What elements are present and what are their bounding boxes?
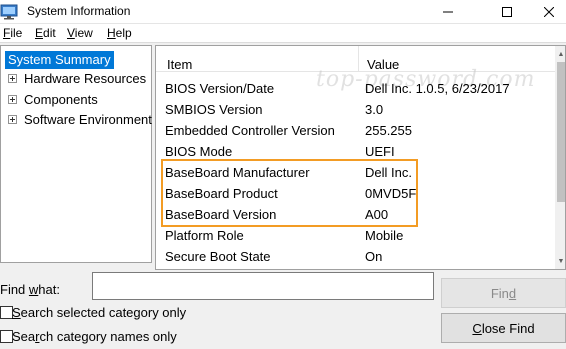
row-item: Embedded Controller Version <box>165 123 335 138</box>
system-information-app-icon <box>0 4 18 20</box>
table-row[interactable]: BaseBoard Manufacturer Dell Inc. <box>156 163 556 184</box>
row-item: BaseBoard Manufacturer <box>165 165 310 180</box>
expand-plus-icon[interactable] <box>8 74 17 83</box>
row-item: BIOS Mode <box>165 144 233 159</box>
expand-plus-icon[interactable] <box>8 115 17 124</box>
details-list[interactable]: Item Value top-password.com BIOS Version… <box>155 45 566 270</box>
row-value: 255.255 <box>365 123 412 138</box>
table-row[interactable]: BIOS Mode UEFI <box>156 142 556 163</box>
row-value: UEFI <box>365 144 395 159</box>
menu-view-rest: iew <box>74 26 93 40</box>
row-item: Secure Boot State <box>165 249 271 264</box>
row-item: Platform Role <box>165 228 244 243</box>
close-find-hotkey: C <box>472 320 482 336</box>
row-item: BIOS Version/Date <box>165 81 275 96</box>
find-label-suffix: hat: <box>38 282 60 297</box>
close-icon <box>544 7 554 17</box>
menu-file[interactable]: File <box>3 26 22 40</box>
category-tree[interactable]: System Summary Hardware Resources Compon… <box>0 45 152 263</box>
vertical-scrollbar[interactable]: ▲ ▼ <box>555 46 565 269</box>
scroll-thumb[interactable] <box>557 62 565 202</box>
table-row[interactable]: SMBIOS Version 3.0 <box>156 100 556 121</box>
checkbox-label-rest: ch category names only <box>39 329 177 344</box>
row-value: 3.0 <box>365 102 384 117</box>
tree-item-label: Hardware Resources <box>24 71 147 86</box>
menu-edit-rest: dit <box>43 26 56 40</box>
close-find-button[interactable]: Close Find <box>441 313 566 343</box>
table-row[interactable]: BaseBoard Version A00 <box>156 205 556 226</box>
scroll-down-arrow-icon[interactable]: ▼ <box>555 253 565 269</box>
checkbox-label-hotkey: S <box>12 305 21 320</box>
tree-item-label: Components <box>24 92 98 107</box>
tree-item-label: Software Environment <box>24 112 152 127</box>
menu-view-hotkey: V <box>67 26 75 40</box>
menu-help-rest: elp <box>115 26 132 40</box>
find-what-input[interactable] <box>92 272 434 300</box>
checkbox-label-prefix: Sea <box>12 329 36 344</box>
minimize-button[interactable] <box>425 0 471 24</box>
checkbox-label: Search selected category only <box>12 305 186 320</box>
menu-file-rest: ile <box>10 26 23 40</box>
find-what-label: Find what: <box>0 282 60 297</box>
menu-edit-hotkey: E <box>35 26 44 40</box>
find-button-hotkey: d <box>508 285 517 301</box>
tree-item-system-summary[interactable]: System Summary <box>5 51 114 69</box>
maximize-icon <box>502 7 512 17</box>
table-row[interactable]: Embedded Controller Version 255.255 <box>156 121 556 142</box>
menu-edit[interactable]: Edit <box>35 26 56 40</box>
checkbox-label-rest: earch selected category only <box>20 305 187 320</box>
expand-plus-icon[interactable] <box>8 95 17 104</box>
row-item: SMBIOS Version <box>165 102 263 117</box>
menu-help[interactable]: Help <box>107 26 132 40</box>
find-label-hotkey: w <box>28 282 39 297</box>
close-find-rest: lose Find <box>481 320 535 336</box>
table-row[interactable]: Platform Role Mobile <box>156 226 556 247</box>
row-item: BaseBoard Product <box>165 186 278 201</box>
row-item: BaseBoard Version <box>165 207 277 222</box>
table-row[interactable]: BaseBoard Product 0MVD5F <box>156 184 556 205</box>
close-window-button[interactable] <box>532 0 566 24</box>
scroll-up-arrow-icon[interactable]: ▲ <box>555 46 565 62</box>
title-bar: System Information <box>0 0 566 24</box>
maximize-button[interactable] <box>484 0 530 24</box>
row-value: Dell Inc. <box>365 165 412 180</box>
table-row[interactable]: Secure Boot State On <box>156 247 556 268</box>
menu-help-hotkey: H <box>107 26 116 40</box>
table-row[interactable]: BIOS Version/Date Dell Inc. 1.0.5, 6/23/… <box>156 79 556 100</box>
menu-view[interactable]: View <box>67 26 93 40</box>
row-value: On <box>365 249 383 264</box>
minimize-icon <box>443 11 453 13</box>
checkbox-label: Search category names only <box>12 329 177 344</box>
window-title: System Information <box>27 4 131 18</box>
row-value: 0MVD5F <box>365 186 417 201</box>
row-value: A00 <box>365 207 389 222</box>
find-button[interactable]: Fin d <box>441 278 566 308</box>
menu-bar: File Edit View Help <box>0 24 566 43</box>
row-value: Dell Inc. 1.0.5, 6/23/2017 <box>365 81 510 96</box>
column-header-item[interactable]: Item <box>167 57 192 72</box>
find-button-prefix: Fin <box>490 285 509 301</box>
find-label-prefix: Find <box>0 282 29 297</box>
row-value: Mobile <box>365 228 404 243</box>
